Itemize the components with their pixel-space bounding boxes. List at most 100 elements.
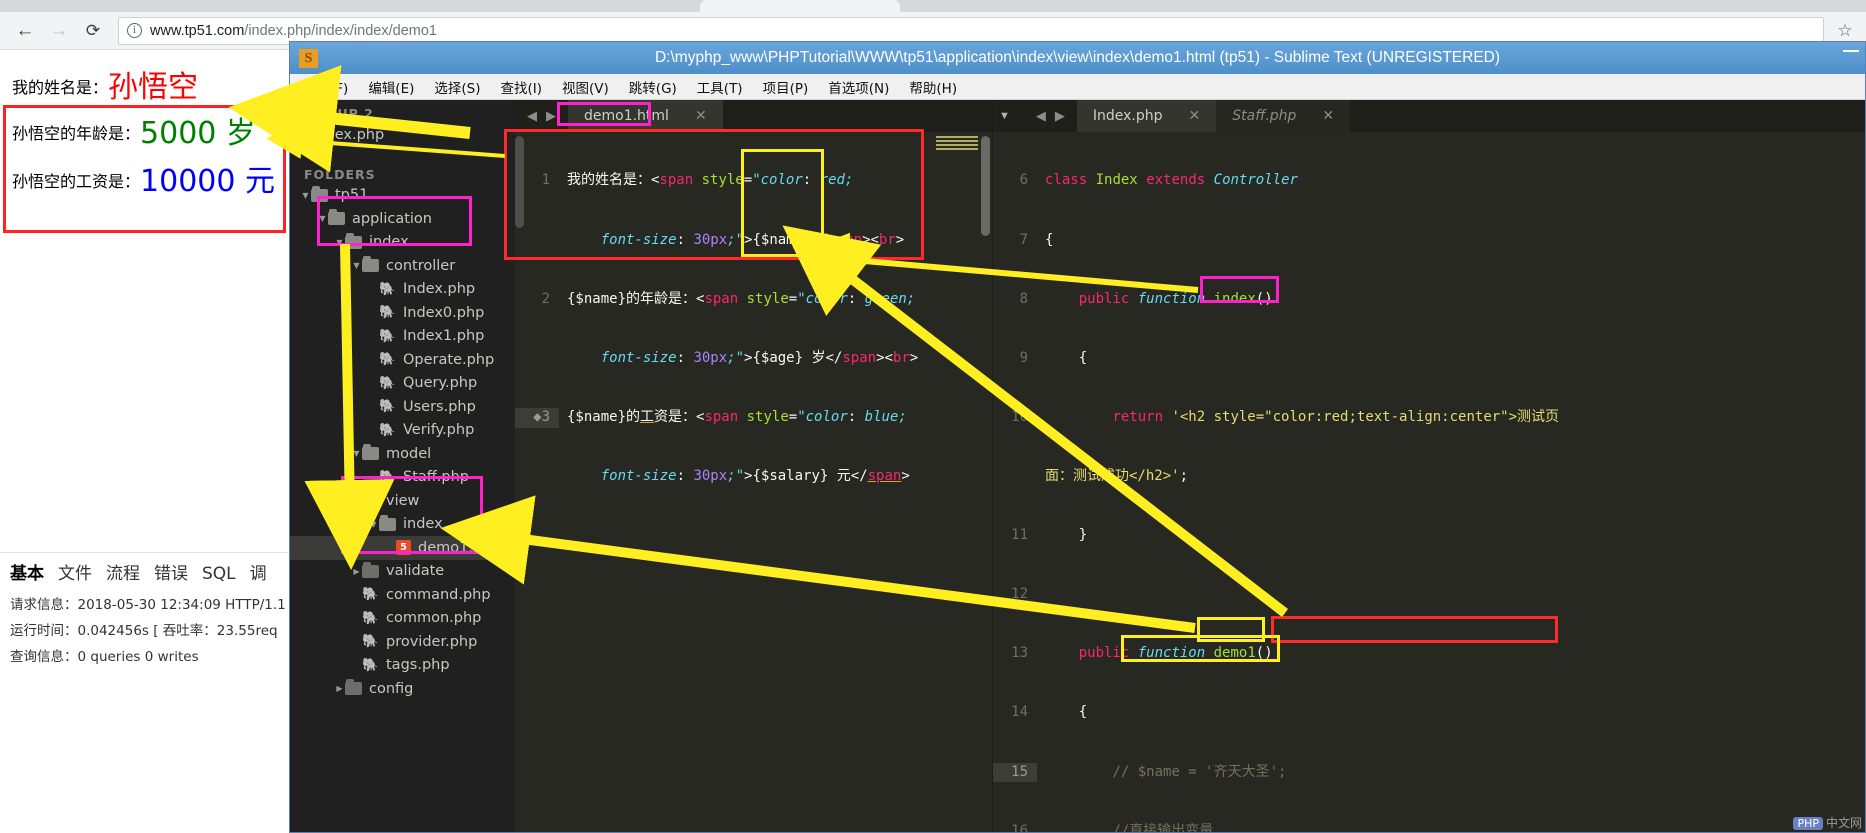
menu-selection[interactable]: 选择(S)	[431, 75, 483, 99]
php-file-icon: 🐘	[362, 610, 379, 626]
sidebar-item-index[interactable]: ▼ index	[290, 513, 515, 537]
line-number: 10	[1011, 408, 1028, 425]
info-icon[interactable]: i	[127, 23, 142, 38]
code-html[interactable]: 1 我的姓名是：<span style="color: red; font-siz…	[515, 132, 992, 832]
sidebar-item-label: config	[369, 680, 414, 697]
php-file-icon: 🐘	[362, 587, 379, 603]
php-file-icon: 🐘	[379, 399, 396, 415]
close-icon[interactable]: ✕	[1189, 108, 1201, 124]
sidebar-item-demo1-html[interactable]: 5 demo1.html	[290, 536, 515, 560]
menu-tools[interactable]: 工具(T)	[694, 75, 746, 99]
sidebar-item-index1-php[interactable]: 🐘 Index1.php	[290, 325, 515, 349]
close-icon[interactable]: ✕	[298, 128, 308, 142]
sidebar-item-controller[interactable]: ▼ controller	[290, 254, 515, 278]
sidebar-item-label: Users.php	[403, 398, 476, 415]
debug-tab-flow[interactable]: 流程	[106, 559, 140, 584]
sidebar-open-file-index-php[interactable]: ✕ Index.php	[290, 123, 515, 147]
sidebar-item-index0-php[interactable]: 🐘 Index0.php	[290, 301, 515, 325]
sidebar-item-provider-php[interactable]: 🐘 provider.php	[290, 630, 515, 654]
sidebar-open-file-label: Index.php	[312, 126, 385, 143]
sidebar-item-config[interactable]: ▶ config	[290, 677, 515, 701]
next-tab-icon[interactable]: ▶	[1055, 108, 1065, 124]
minimize-icon[interactable]	[1843, 50, 1859, 52]
sidebar-item-model[interactable]: ▼ model	[290, 442, 515, 466]
sidebar-item-query-php[interactable]: 🐘 Query.php	[290, 372, 515, 396]
tabbar-html: ◀ ▶ demo1.html ✕	[515, 100, 992, 132]
tab-index-php[interactable]: Index.php ✕	[1076, 100, 1217, 132]
scrollbar-html[interactable]	[981, 136, 990, 236]
tab-demo1-html[interactable]: demo1.html ✕	[568, 100, 723, 132]
tab-staff-php[interactable]: Staff.php ✕	[1216, 100, 1351, 132]
chevron-right-icon: ▶	[336, 684, 343, 694]
menu-help[interactable]: 帮助(H)	[906, 75, 960, 99]
chevron-down-icon[interactable]: ▼	[993, 110, 1024, 122]
browser-tab[interactable]	[700, 0, 900, 12]
line-number: 6	[1019, 172, 1028, 189]
menu-preferences[interactable]: 首选项(N)	[825, 75, 892, 99]
folder-open-icon	[379, 514, 396, 531]
menu-edit[interactable]: 编辑(E)	[365, 75, 417, 99]
menu-find[interactable]: 查找(I)	[498, 75, 546, 99]
debug-tab-sql[interactable]: SQL	[202, 564, 236, 584]
reload-icon[interactable]: ⟳	[76, 14, 110, 48]
sidebar-item-staff-php[interactable]: 🐘 Staff.php	[290, 466, 515, 490]
prev-tab-icon[interactable]: ◀	[527, 108, 537, 124]
watermark: PHP 中文网	[1793, 814, 1862, 831]
chevron-down-icon: ▼	[302, 190, 309, 200]
sidebar-item-label: Staff.php	[403, 469, 469, 486]
debug-tab-more[interactable]: 调	[250, 559, 267, 584]
sidebar-item-label: model	[386, 445, 432, 462]
line-number: ◆3	[515, 407, 559, 428]
folder-open-icon	[362, 256, 379, 273]
sublime-logo-icon: S	[299, 48, 318, 68]
back-icon[interactable]: ←	[8, 14, 42, 48]
menu-project[interactable]: 项目(P)	[760, 75, 812, 99]
sidebar-item-label: Query.php	[403, 375, 478, 392]
sidebar-item-verify-php[interactable]: 🐘 Verify.php	[290, 419, 515, 443]
line-number: 11	[1011, 527, 1028, 544]
forward-icon[interactable]: →	[42, 14, 76, 48]
line-number: 7	[1019, 231, 1028, 248]
php-file-icon: 🐘	[379, 328, 396, 344]
menu-file[interactable]: 文件(F)	[300, 75, 351, 99]
code-php[interactable]: 6 class Index extends Controller 7{ 8 pub…	[993, 132, 1865, 832]
php-file-icon: 🐘	[362, 657, 379, 673]
sidebar-item-index[interactable]: ▼ index	[290, 231, 515, 255]
debug-tab-file[interactable]: 文件	[58, 559, 92, 584]
sidebar-item-label: demo1.html	[418, 539, 506, 556]
sidebar-item-command-php[interactable]: 🐘 command.php	[290, 583, 515, 607]
next-tab-icon[interactable]: ▶	[546, 108, 556, 124]
prev-tab-icon[interactable]: ◀	[1036, 108, 1046, 124]
tab-demo1-html-label: demo1.html	[584, 108, 669, 124]
folder-closed-icon	[362, 561, 379, 578]
sidebar-item-tags-php[interactable]: 🐘 tags.php	[290, 654, 515, 678]
editor-pane-php: ▼ ◀ ▶ Index.php ✕ Staff.php ✕ 6 class In…	[993, 100, 1865, 832]
sidebar-item-label: Index1.php	[403, 328, 485, 345]
sidebar-item-index-php[interactable]: 🐘 Index.php	[290, 278, 515, 302]
close-icon[interactable]: ✕	[695, 108, 707, 124]
debug-row-request: 请求信息：2018-05-30 12:34:09 HTTP/1.1	[10, 597, 286, 613]
sidebar-folders-label: FOLDERS	[304, 166, 376, 182]
debug-bar-tabs: 基本 文件 流程 错误 SQL 调	[8, 557, 282, 590]
output-salary-value: 10000 元	[140, 164, 275, 199]
sidebar-item-common-php[interactable]: 🐘 common.php	[290, 607, 515, 631]
sidebar-item-view[interactable]: ▼ view	[290, 489, 515, 513]
sidebar-item-label: Index.php	[403, 281, 476, 298]
sidebar-item-validate[interactable]: ▶ validate	[290, 560, 515, 584]
folder-open-icon	[345, 232, 362, 249]
output-line-name: 我的姓名是：孙悟空	[12, 62, 198, 106]
sidebar-item-users-php[interactable]: 🐘 Users.php	[290, 395, 515, 419]
sidebar-item-tp51[interactable]: ▼ tp51	[290, 184, 515, 208]
close-icon[interactable]: ✕	[1322, 108, 1334, 124]
sidebar-item-label: Index0.php	[403, 304, 485, 321]
minimap-html[interactable]	[936, 136, 978, 150]
debug-tab-error[interactable]: 错误	[154, 559, 188, 584]
menu-view[interactable]: 视图(V)	[559, 75, 612, 99]
debug-bar: 基本 文件 流程 错误 SQL 调 请求信息：2018-05-30 12:34:…	[0, 552, 290, 692]
tab-staff-php-label: Staff.php	[1232, 108, 1297, 124]
menu-goto[interactable]: 跳转(G)	[626, 75, 680, 99]
debug-tab-basic[interactable]: 基本	[10, 559, 44, 584]
browser-tabstrip	[0, 0, 1866, 12]
sidebar-item-application[interactable]: ▼ application	[290, 207, 515, 231]
sidebar-item-operate-php[interactable]: 🐘 Operate.php	[290, 348, 515, 372]
